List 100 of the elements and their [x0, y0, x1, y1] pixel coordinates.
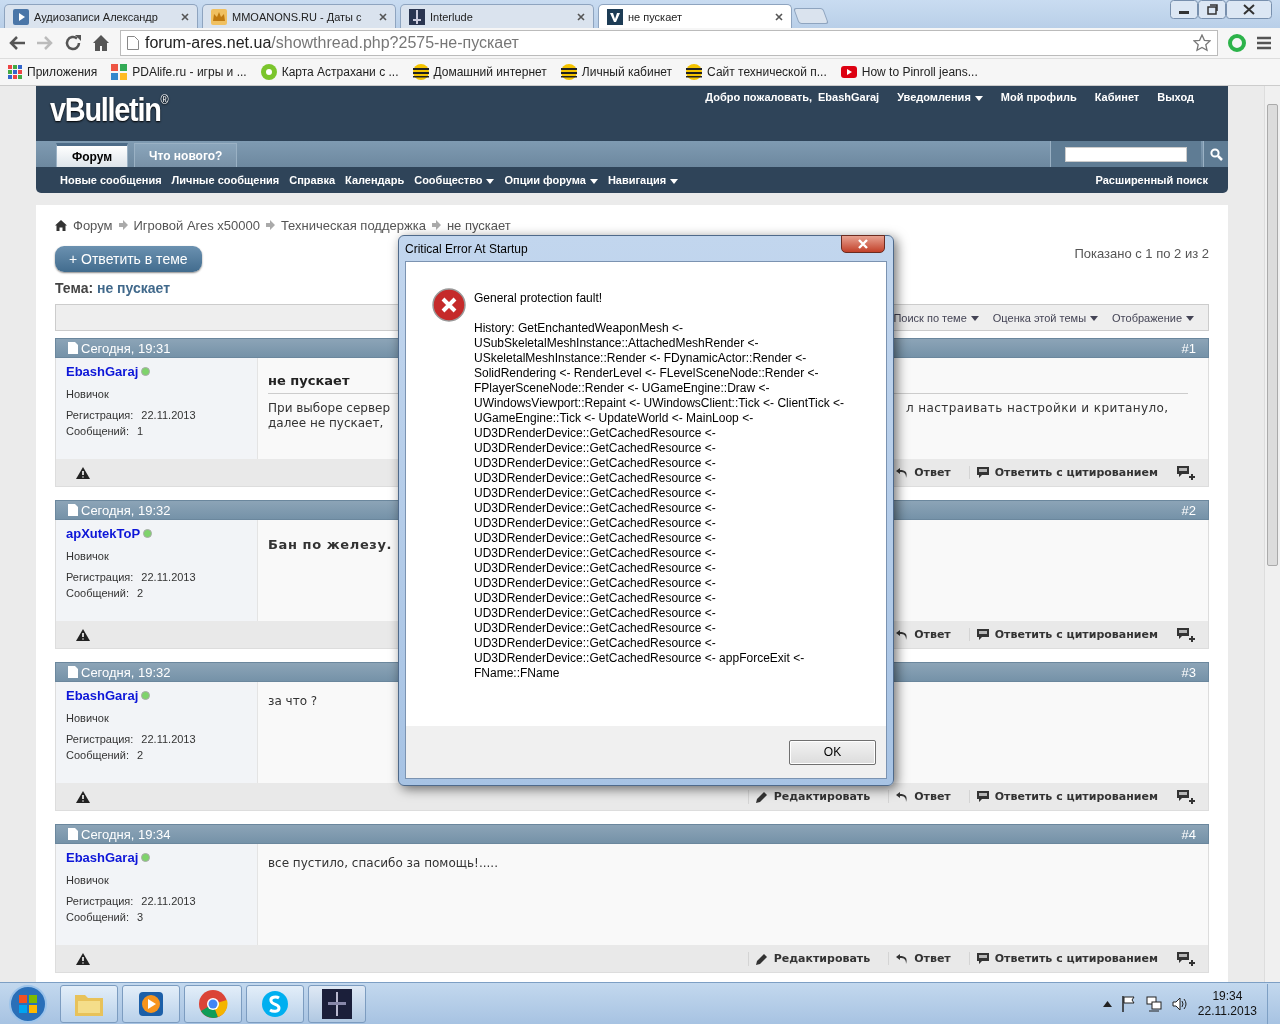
- multi-quote-icon[interactable]: [1176, 950, 1196, 967]
- field-label: Регистрация:: [66, 895, 134, 907]
- page-icon: [68, 342, 78, 354]
- quote-reply-link[interactable]: Ответить с цитированием: [968, 790, 1164, 803]
- bookmark[interactable]: Приложения: [8, 65, 98, 79]
- minimize-icon[interactable]: [1170, 0, 1198, 19]
- forum-logo[interactable]: vBulletin$^{®}$: [50, 90, 168, 141]
- post-text: за что ?: [268, 694, 318, 709]
- close-button[interactable]: [841, 235, 885, 253]
- quote-reply-link[interactable]: Ответить с цитированием: [968, 628, 1164, 641]
- close-icon[interactable]: [775, 12, 783, 21]
- browser-tab[interactable]: MMOANONS.RU - Даты с: [202, 4, 396, 28]
- bookmark[interactable]: Личный кабинет: [560, 64, 673, 80]
- breadcrumb-link[interactable]: не пускает: [446, 217, 511, 233]
- quote-reply-link[interactable]: Ответить с цитированием: [968, 952, 1164, 965]
- start-button[interactable]: [6, 983, 50, 1024]
- username-link[interactable]: EbashGaraj: [66, 850, 139, 865]
- field-value: 22.11.2013: [141, 733, 196, 745]
- menu-icon[interactable]: [1256, 36, 1272, 50]
- tool-menu[interactable]: Отображение: [1112, 311, 1194, 324]
- home-icon[interactable]: [55, 219, 67, 231]
- multi-quote-icon[interactable]: [1176, 464, 1196, 481]
- tool-menu[interactable]: Поиск по теме: [893, 311, 979, 324]
- reply-link[interactable]: Ответ: [888, 790, 957, 803]
- back-icon[interactable]: [8, 35, 26, 51]
- edit-link[interactable]: Редактировать: [747, 789, 877, 804]
- scrollbar[interactable]: [1264, 86, 1280, 982]
- nav-link[interactable]: Календарь: [345, 174, 405, 186]
- warning-icon[interactable]: [76, 466, 90, 479]
- ok-button[interactable]: OK: [789, 739, 876, 765]
- bookmark[interactable]: PDAlife.ru - игры и ...: [111, 64, 247, 80]
- nav-link[interactable]: Личные сообщения: [171, 174, 280, 186]
- bookmark[interactable]: Карта Астрахани с ...: [260, 64, 399, 80]
- nav-tab[interactable]: Форум: [56, 143, 128, 167]
- bookmark[interactable]: Домашний интернет: [412, 64, 547, 80]
- home-icon[interactable]: [92, 34, 110, 52]
- tool-menu[interactable]: Оценка этой темы: [992, 311, 1099, 324]
- browser-tab[interactable]: не пускает: [598, 4, 792, 28]
- clock[interactable]: 19:34 22.11.2013: [1197, 988, 1257, 1019]
- star-icon[interactable]: [1193, 34, 1211, 52]
- breadcrumb-link[interactable]: Техническая поддержка: [280, 217, 426, 233]
- volume-icon[interactable]: [1171, 996, 1188, 1011]
- search-button[interactable]: [1203, 141, 1228, 167]
- reply-button[interactable]: + Ответить в теме: [55, 246, 202, 272]
- edit-link[interactable]: Редактировать: [747, 951, 877, 966]
- bookmark[interactable]: How to Pinroll jeans...: [840, 65, 978, 79]
- warning-icon[interactable]: [76, 952, 90, 965]
- quote-reply-link[interactable]: Ответить с цитированием: [968, 466, 1164, 479]
- page-icon: [127, 36, 139, 50]
- field-value: 2: [136, 587, 144, 599]
- search-box[interactable]: [1050, 141, 1201, 167]
- field-value: 22.11.2013: [141, 571, 196, 583]
- username-link[interactable]: EbashGaraj: [66, 688, 139, 703]
- extension-icon[interactable]: [1228, 34, 1246, 52]
- flag-icon[interactable]: [1121, 995, 1136, 1012]
- user-menu-link[interactable]: Уведомления: [897, 91, 983, 103]
- field-value: 22.11.2013: [141, 409, 196, 421]
- breadcrumb-link[interactable]: Форум: [73, 217, 113, 233]
- user-menu-link[interactable]: Выход: [1157, 91, 1194, 103]
- browser-tab[interactable]: Аудиозаписи Александр: [4, 4, 198, 28]
- reply-link[interactable]: Ответ: [888, 952, 957, 965]
- warning-icon[interactable]: [76, 790, 90, 803]
- username-link[interactable]: EbashGaraj: [66, 364, 139, 379]
- multi-quote-icon[interactable]: [1176, 626, 1196, 643]
- username-link[interactable]: EbashGaraj: [818, 91, 880, 103]
- post-date: Сегодня, 19:31: [68, 340, 171, 356]
- apps-icon: [8, 65, 22, 79]
- show-hidden-icon[interactable]: [1102, 1000, 1112, 1007]
- bookmark[interactable]: Сайт технической п...: [686, 64, 827, 80]
- post-text: При выборе сервер далее не пускает,: [268, 401, 392, 431]
- field-label: Регистрация:: [66, 571, 134, 583]
- quote-icon: [975, 628, 990, 641]
- close-icon[interactable]: [181, 12, 189, 21]
- post-text: Бан по железу.: [268, 537, 393, 552]
- multi-quote-icon[interactable]: [1176, 788, 1196, 805]
- advanced-search-link[interactable]: Расширенный поиск: [1095, 174, 1208, 186]
- user-menu-link[interactable]: Мой профиль: [1000, 91, 1077, 103]
- post-date: Сегодня, 19:32: [68, 502, 171, 518]
- close-icon[interactable]: [1226, 0, 1272, 19]
- page-icon: [68, 828, 78, 840]
- reload-icon[interactable]: [64, 34, 82, 52]
- nav-link[interactable]: Опции форума: [504, 174, 598, 186]
- restore-icon[interactable]: [1198, 0, 1226, 19]
- browser-icon: [198, 988, 228, 1019]
- close-icon[interactable]: [577, 12, 585, 21]
- nav-link[interactable]: Справка: [289, 174, 336, 186]
- taskbar-app[interactable]: [308, 984, 366, 1023]
- close-icon[interactable]: [379, 12, 387, 21]
- nav-link[interactable]: Сообщество: [414, 174, 495, 186]
- post-date: Сегодня, 19:34: [68, 826, 171, 842]
- warning-icon[interactable]: [76, 628, 90, 641]
- breadcrumb-link[interactable]: Игровой Ares x50000: [133, 217, 260, 233]
- network-icon[interactable]: [1145, 995, 1162, 1012]
- user-menu-link[interactable]: Кабинет: [1094, 91, 1140, 103]
- username-link[interactable]: apXutekToP: [66, 526, 141, 541]
- address-field[interactable]: forum-ares.net.ua/showthread.php?2575-не-пускает: [120, 30, 1218, 56]
- map-pin-icon: [260, 64, 277, 80]
- nav-link[interactable]: Новые сообщения: [60, 174, 162, 186]
- nav-link[interactable]: Навигация: [607, 174, 679, 186]
- browser-tab[interactable]: Interlude: [400, 4, 594, 28]
